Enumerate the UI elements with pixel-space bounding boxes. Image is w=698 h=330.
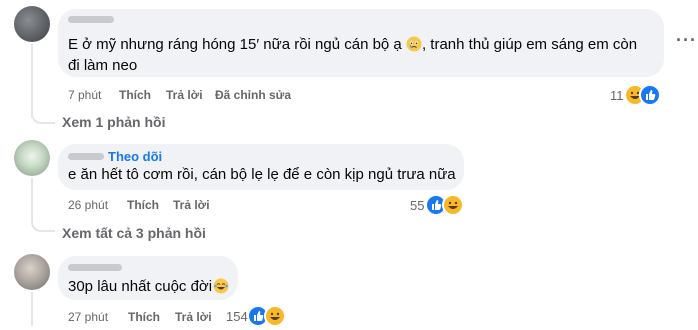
reaction-count: 55 <box>410 198 425 213</box>
reply-button[interactable]: Trả lời <box>166 88 203 102</box>
haha-reaction-icon <box>442 194 464 216</box>
haha-reaction-icon <box>264 305 286 327</box>
author-name[interactable] <box>68 153 104 160</box>
author-name[interactable] <box>68 16 114 23</box>
like-button[interactable]: Thích <box>127 198 159 212</box>
comment-text: e ăn hết tô cơm rồi, cán bộ lẹ lẹ để e c… <box>68 166 456 183</box>
comment-text: E ở mỹ nhưng ráng hóng 15′ nữa rồi ngủ c… <box>68 36 638 53</box>
reply-button[interactable]: Trả lời <box>175 310 212 324</box>
comment-text-cont: đi làm neo <box>68 57 138 74</box>
timestamp[interactable]: 26 phút <box>68 198 108 212</box>
thread-line <box>31 292 33 326</box>
thread-connector <box>31 216 55 232</box>
more-options-icon[interactable]: ··· <box>676 30 697 51</box>
thread-line <box>31 44 33 118</box>
follow-button[interactable]: Theo dõi <box>108 149 162 164</box>
reaction-count: 11 <box>610 88 624 103</box>
timestamp[interactable]: 7 phút <box>68 88 101 102</box>
reaction-summary[interactable]: 154 <box>222 305 286 327</box>
avatar[interactable] <box>14 6 50 42</box>
view-replies-link[interactable]: Xem 1 phản hồi <box>62 114 165 130</box>
author-name[interactable] <box>68 264 122 271</box>
view-replies-link[interactable]: Xem tất cả 3 phản hồi <box>62 225 206 241</box>
comment-actions: 7 phút Thích Trả lời Đã chỉnh sửa <box>68 88 328 104</box>
like-reaction-icon <box>639 84 661 106</box>
reaction-summary[interactable]: 55 <box>406 194 466 216</box>
reaction-summary[interactable]: 11 <box>606 84 662 106</box>
thread-connector <box>31 108 55 124</box>
edited-label: Đã chỉnh sửa <box>215 88 292 102</box>
comment-text: 30p lâu nhất cuộc đời <box>68 276 229 298</box>
like-button[interactable]: Thích <box>119 88 151 102</box>
reaction-count: 154 <box>226 309 248 324</box>
avatar[interactable] <box>14 140 50 176</box>
avatar[interactable] <box>14 254 50 290</box>
comment-actions: 26 phút Thích Trả lời <box>68 198 268 214</box>
like-button[interactable]: Thích <box>128 310 160 324</box>
reply-button[interactable]: Trả lời <box>173 198 210 212</box>
thread-line <box>31 178 33 220</box>
timestamp[interactable]: 27 phút <box>68 310 108 324</box>
crying-face-emoji-icon <box>406 36 422 52</box>
laughing-tears-emoji-icon <box>213 278 229 294</box>
